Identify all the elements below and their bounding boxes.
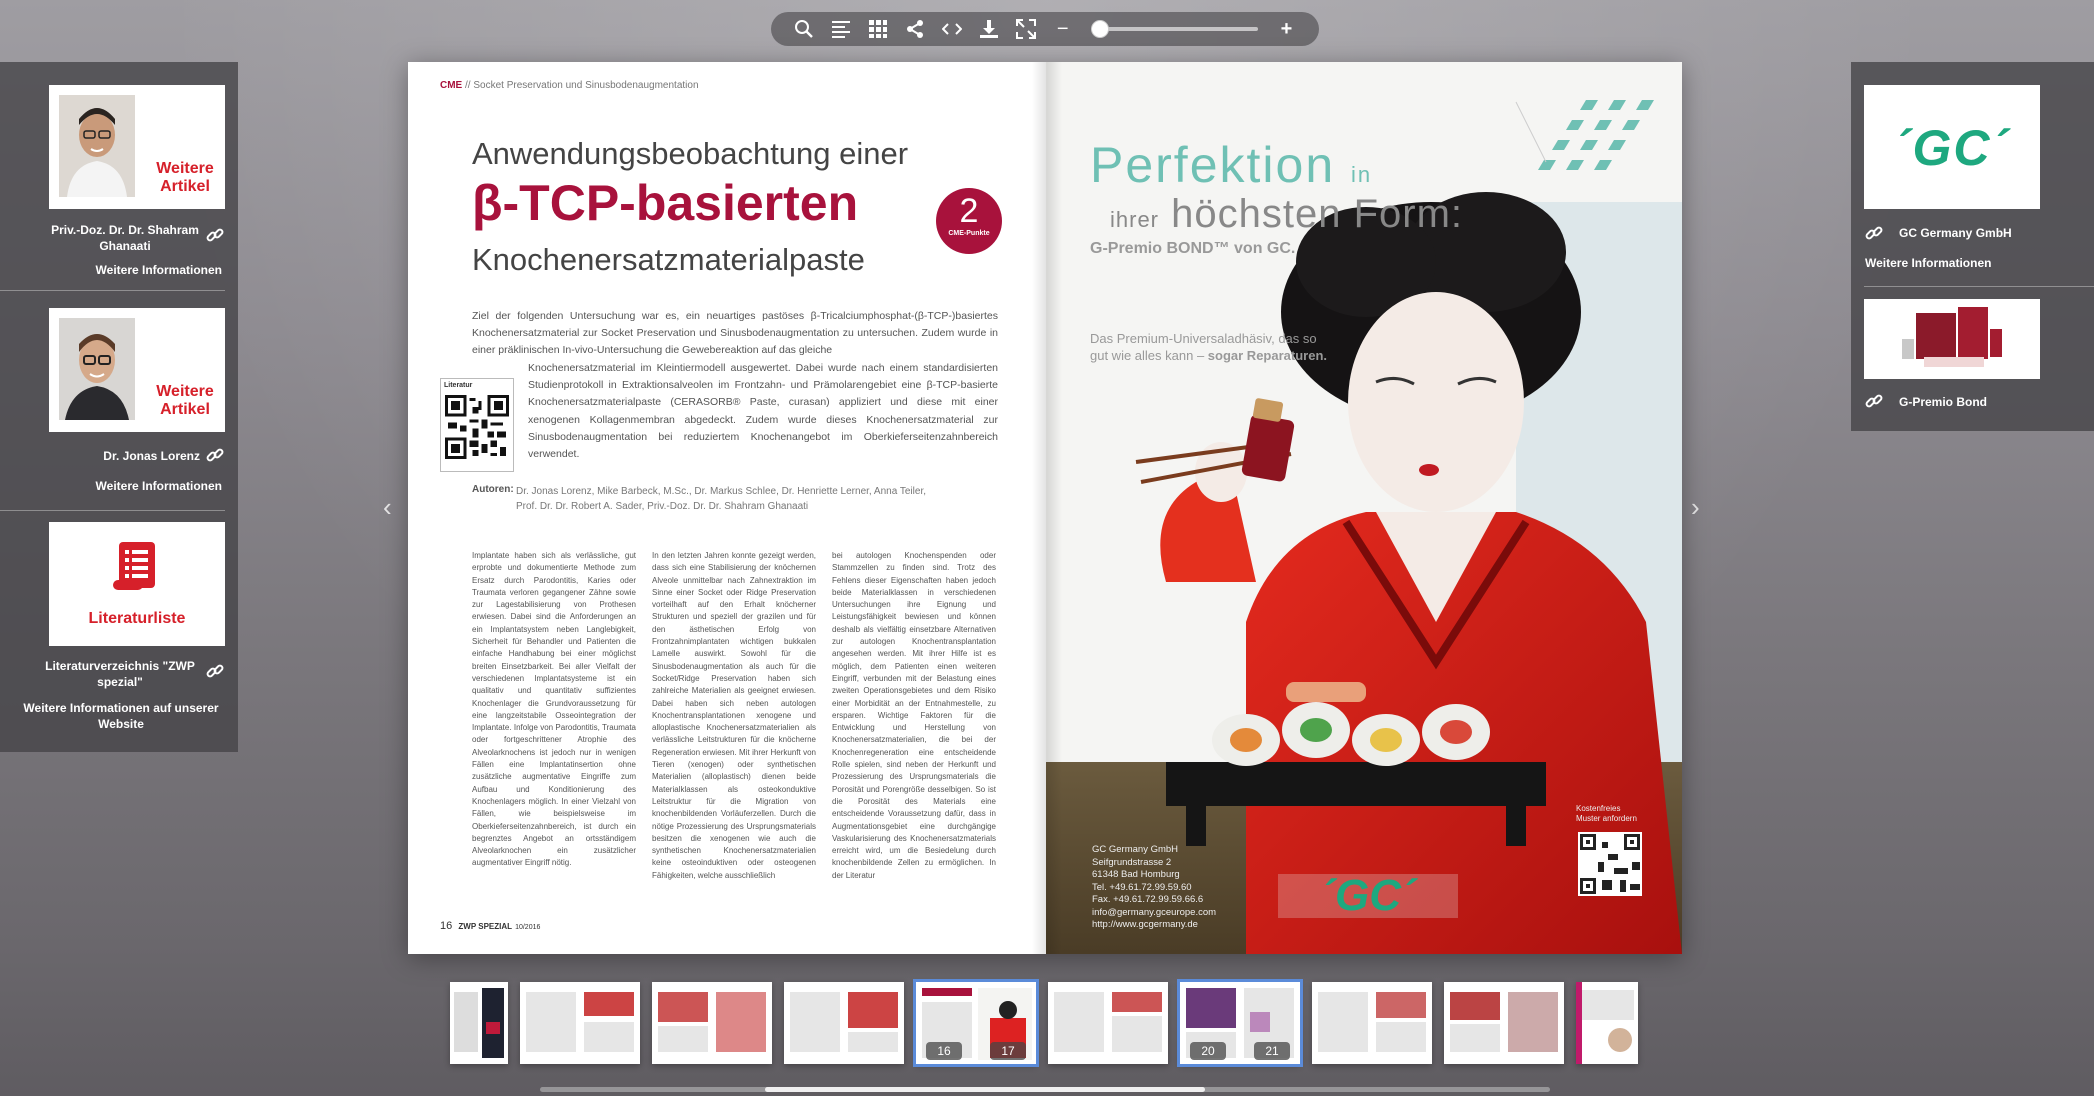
- ad-headline-2: ihrer höchsten Form:: [1110, 192, 1464, 236]
- gc-logo: ´GC´: [1893, 120, 2011, 176]
- abstract-top: Ziel der folgenden Untersuchung war es, …: [472, 310, 998, 357]
- thumbnail-page[interactable]: [1576, 982, 1638, 1064]
- page-16: CME // Socket Preservation und Sinusbode…: [408, 62, 1046, 954]
- author-card-ghanaati[interactable]: Weitere Artikel: [49, 85, 225, 209]
- more-info-link[interactable]: Weitere Informationen: [1865, 255, 2065, 271]
- scroll-document-icon: [113, 542, 155, 590]
- link-icon[interactable]: [1865, 224, 1883, 242]
- literature-name: Literaturverzeichnis "ZWP spezial": [45, 659, 195, 689]
- literature-list-label: Literaturliste: [88, 610, 186, 627]
- thumbnail-page[interactable]: [1048, 982, 1168, 1064]
- thumbnail-page-16-17[interactable]: 16 17: [913, 979, 1039, 1067]
- prev-page-arrow-icon[interactable]: ‹: [383, 492, 392, 523]
- thumbnail-page[interactable]: [1444, 982, 1564, 1064]
- qr-code-icon: [445, 395, 509, 459]
- link-icon[interactable]: [206, 662, 224, 680]
- thumbnail-page-20-21[interactable]: 20 21: [1177, 979, 1303, 1067]
- ad-subline: Das Premium-Universaladhäsiv, das so gut…: [1090, 331, 1327, 363]
- thumbnail-page[interactable]: [1312, 982, 1432, 1064]
- gc-logo: ´GC´: [1278, 874, 1458, 918]
- page-header: CME // Socket Preservation und Sinusbode…: [440, 80, 699, 91]
- magazine-spread[interactable]: CME // Socket Preservation und Sinusbode…: [408, 62, 1682, 954]
- qr-caption: Kostenfreies Muster anfordern: [1576, 804, 1637, 823]
- thumbnail-page[interactable]: [450, 982, 508, 1064]
- author-portrait: [59, 95, 135, 197]
- body-column-1: Implantate haben sich als verlässliche, …: [472, 551, 636, 868]
- zoom-slider-knob[interactable]: [1091, 20, 1110, 38]
- page-17-advertisement: Perfektion in ihrer höchsten Form: G-Pre…: [1046, 62, 1682, 954]
- more-info-link[interactable]: Weitere Informationen: [60, 262, 222, 278]
- divider: [1864, 286, 2094, 287]
- cme-points-badge[interactable]: 2 CME-Punkte: [936, 188, 1002, 254]
- article-title-line3: Knochenersatzmaterialpaste: [472, 242, 865, 277]
- authors-list: Dr. Jonas Lorenz, Mike Barbeck, M.Sc., D…: [516, 486, 926, 512]
- thumbnail-page[interactable]: [652, 982, 772, 1064]
- company-name: GC Germany GmbH: [1899, 226, 2012, 240]
- left-sidebar: Weitere Artikel Priv.-Doz. Dr. Dr. Shahr…: [0, 62, 238, 752]
- ad-product-name: G-Premio BOND™ von GC.: [1090, 240, 1296, 257]
- literature-card[interactable]: Literaturliste: [49, 522, 225, 646]
- divider: [0, 510, 225, 511]
- thumbnail-page[interactable]: [520, 982, 640, 1064]
- article-title-line1: Anwendungsbeobachtung einer: [472, 136, 909, 171]
- right-sidebar: ´GC´ GC Germany GmbH Weitere Information…: [1851, 62, 2094, 431]
- share-icon[interactable]: [896, 12, 933, 46]
- website-link[interactable]: Weitere Informationen auf unserer Websit…: [20, 700, 222, 732]
- gc-logo-card[interactable]: ´GC´: [1864, 85, 2040, 209]
- zoom-in-button[interactable]: +: [1268, 12, 1305, 46]
- page-number-badge: 16: [926, 1042, 962, 1060]
- ad-address-block: GC Germany GmbH Seifgrundstrasse 2 61348 B…: [1092, 844, 1217, 930]
- book-spine: [1032, 62, 1062, 954]
- fullscreen-icon[interactable]: [1007, 12, 1044, 46]
- page-number-badge: 21: [1254, 1042, 1290, 1060]
- grid-icon[interactable]: [859, 12, 896, 46]
- thumbnail-strip: 16 17 20 21: [0, 979, 2094, 1070]
- author-card-lorenz[interactable]: Weitere Artikel: [49, 308, 225, 432]
- product-photo: [1864, 299, 2040, 379]
- author-portrait: [59, 318, 135, 420]
- download-icon[interactable]: [970, 12, 1007, 46]
- more-articles-label: Weitere Artikel: [156, 383, 214, 418]
- author-name: Priv.-Doz. Dr. Dr. Shahram Ghanaati: [51, 223, 199, 253]
- page-number-badge: 20: [1190, 1042, 1226, 1060]
- page-number-badge: 17: [990, 1042, 1026, 1060]
- body-column-3: bei autologen Knochenspenden oder Stammz…: [832, 551, 996, 880]
- literature-qr-box[interactable]: Literatur: [440, 378, 514, 472]
- thumbnail-scrollbar-thumb[interactable]: [765, 1087, 1205, 1092]
- link-icon[interactable]: [206, 226, 224, 244]
- more-articles-label: Weitere Artikel: [156, 160, 214, 195]
- thumbnail-scrollbar[interactable]: [540, 1087, 1550, 1092]
- viewer-toolbar: − +: [771, 12, 1319, 46]
- link-icon[interactable]: [1865, 392, 1883, 410]
- toc-icon[interactable]: [822, 12, 859, 46]
- ad-headline-1: Perfektion in: [1090, 137, 1373, 193]
- link-icon[interactable]: [206, 446, 224, 464]
- next-page-arrow-icon[interactable]: ›: [1691, 492, 1700, 523]
- product-image-card[interactable]: [1864, 299, 2040, 379]
- abstract-bottom: Knochenersatzmaterial im Kleintiermodell…: [528, 362, 998, 461]
- page-footer: 16 ZWP SPEZIAL 10/2016: [440, 920, 541, 932]
- divider: [0, 290, 225, 291]
- search-icon[interactable]: [785, 12, 822, 46]
- body-column-2: In den letzten Jahren konnte gezeigt wer…: [652, 551, 816, 880]
- embed-icon[interactable]: [933, 12, 970, 46]
- thumbnail-page[interactable]: [784, 982, 904, 1064]
- product-name: G-Premio Bond: [1899, 395, 1988, 409]
- zoom-slider[interactable]: [1091, 20, 1258, 38]
- zoom-out-button[interactable]: −: [1044, 12, 1081, 46]
- more-info-link[interactable]: Weitere Informationen: [60, 478, 222, 494]
- author-name: Dr. Jonas Lorenz: [103, 449, 200, 463]
- authors-label: Autoren:: [472, 484, 514, 495]
- article-title-line2: β-TCP-basierten: [472, 175, 859, 231]
